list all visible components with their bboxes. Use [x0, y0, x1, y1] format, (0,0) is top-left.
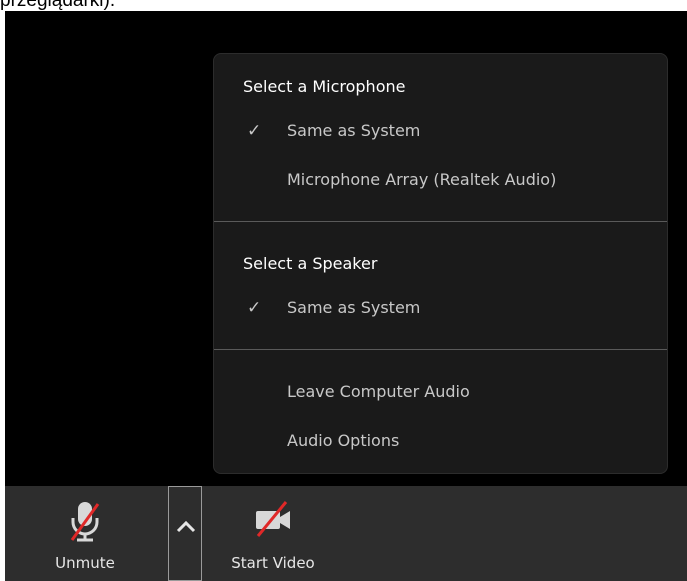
speaker-heading: Select a Speaker	[243, 254, 378, 273]
chevron-up-icon	[176, 520, 196, 533]
microphone-heading: Select a Microphone	[243, 77, 406, 96]
audio-options-caret-button[interactable]	[168, 486, 202, 581]
meeting-window: przeglądarki). Select a Microphone ✓ Sam…	[0, 0, 687, 581]
page-caption: przeglądarki).	[0, 0, 116, 11]
check-icon: ✓	[247, 121, 262, 141]
menu-divider	[214, 221, 667, 222]
microphone-option-realtek[interactable]: Microphone Array (Realtek Audio)	[215, 161, 666, 199]
start-video-button[interactable]: Start Video	[223, 486, 323, 581]
audio-options-label: Audio Options	[287, 431, 400, 450]
microphone-option-same-as-system[interactable]: ✓ Same as System	[215, 112, 666, 150]
microphone-option-label: Same as System	[287, 121, 421, 140]
meeting-toolbar: Unmute Start Video	[5, 486, 687, 581]
leave-computer-audio-label: Leave Computer Audio	[287, 382, 470, 401]
microphone-muted-icon	[68, 500, 102, 548]
start-video-label: Start Video	[231, 554, 315, 572]
check-icon: ✓	[247, 298, 262, 318]
leave-computer-audio-item[interactable]: Leave Computer Audio	[215, 373, 666, 411]
audio-options-item[interactable]: Audio Options	[215, 422, 666, 460]
audio-menu: Select a Microphone ✓ Same as System Mic…	[213, 53, 668, 474]
unmute-button[interactable]: Unmute	[35, 486, 135, 581]
speaker-option-same-as-system[interactable]: ✓ Same as System	[215, 289, 666, 327]
microphone-option-label: Microphone Array (Realtek Audio)	[287, 170, 557, 189]
video-off-icon	[253, 500, 293, 548]
speaker-option-label: Same as System	[287, 298, 421, 317]
menu-divider	[214, 349, 667, 350]
unmute-label: Unmute	[55, 554, 115, 572]
